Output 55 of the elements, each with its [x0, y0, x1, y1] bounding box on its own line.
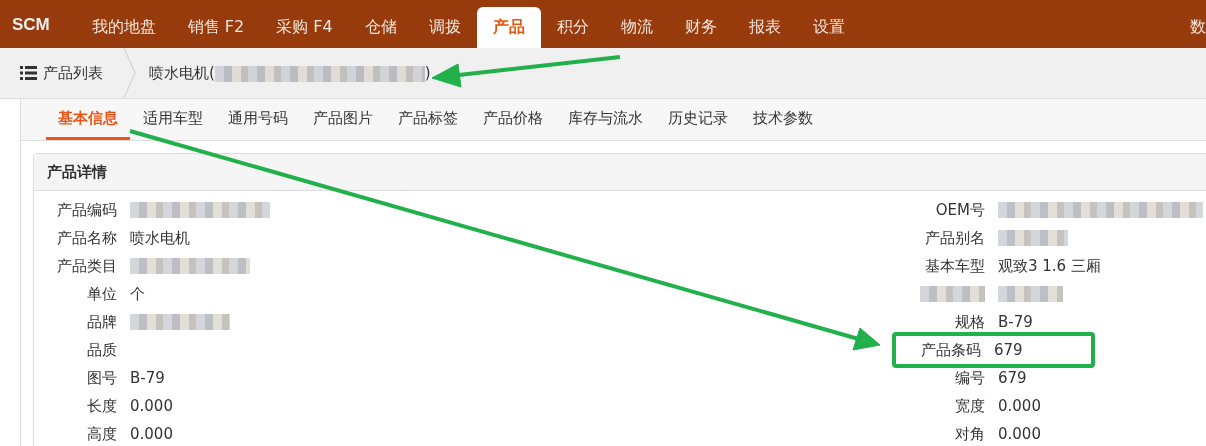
field-label: 编号 — [955, 368, 985, 388]
menu-tab[interactable]: 财务 — [668, 7, 733, 48]
section-tab[interactable]: 库存与流水 — [556, 99, 655, 140]
field-value: B-79 — [130, 369, 165, 387]
field-value: 个 — [130, 284, 145, 304]
field-label: 产品编码 — [56, 200, 117, 220]
menu-tab[interactable]: 设置 — [796, 7, 861, 48]
field-label: 产品别名 — [925, 228, 985, 248]
section-tab[interactable]: 产品图片 — [301, 99, 385, 140]
menu-tab[interactable]: 报表 — [732, 7, 797, 48]
field-value: 0.000 — [998, 425, 1041, 443]
field-value: 0.000 — [130, 425, 173, 443]
field-label: 宽度 — [955, 396, 985, 416]
field-label: 单位 — [86, 284, 117, 304]
menu-tab[interactable]: 仓储 — [348, 7, 413, 48]
field-label: 产品条码 — [921, 340, 981, 360]
field-label: 高度 — [86, 424, 117, 444]
field-label: 长度 — [86, 396, 117, 416]
section-tab[interactable]: 适用车型 — [131, 99, 215, 140]
section-tab[interactable]: 通用号码 — [216, 99, 300, 140]
menu-tab[interactable]: 采购 F4 — [260, 7, 349, 48]
field-label: 对角 — [955, 424, 985, 444]
menu-tab[interactable]: 我的地盘 — [75, 7, 172, 48]
field-value: 679 — [998, 369, 1027, 387]
field-label: 图号 — [86, 368, 117, 388]
field-value: 观致3 1.6 三厢 — [998, 256, 1101, 276]
chevron-separator — [123, 48, 137, 98]
section-tab[interactable]: 基本信息 — [46, 99, 130, 140]
field-label: 品质 — [86, 340, 117, 360]
breadcrumb-link[interactable]: 产品列表 — [0, 63, 123, 83]
app-logo[interactable]: SCM — [0, 15, 76, 48]
field-label: 规格 — [955, 312, 985, 332]
menu-tab[interactable]: 积分 — [540, 7, 605, 48]
field-label: 产品名称 — [56, 228, 117, 248]
section-tab[interactable]: 技术参数 — [741, 99, 825, 140]
field-label: 品牌 — [86, 312, 117, 332]
field-value: B-79 — [998, 313, 1033, 331]
menu-tab[interactable]: 产品 — [476, 7, 541, 48]
field-value: 0.000 — [998, 397, 1041, 415]
breadcrumb-current: 喷水电机( ) — [148, 63, 431, 83]
field-value: 喷水电机 — [130, 228, 190, 248]
section-tab[interactable]: 历史记录 — [656, 99, 740, 140]
field-label: 产品类目 — [56, 256, 117, 276]
field-label: OEM号 — [935, 200, 985, 220]
section-tab[interactable]: 产品标签 — [386, 99, 470, 140]
field-value: 679 — [994, 341, 1023, 359]
menu-tab[interactable]: 销售 F2 — [171, 7, 261, 48]
menu-tab[interactable]: 数 — [1174, 7, 1206, 48]
list-icon — [20, 66, 37, 80]
field-label: 基本车型 — [925, 256, 985, 276]
section-tab[interactable]: 产品价格 — [471, 99, 555, 140]
field-value: 0.000 — [130, 397, 173, 415]
menu-tab[interactable]: 物流 — [604, 7, 669, 48]
panel-title: 产品详情 — [34, 154, 1206, 191]
menu-tab[interactable]: 调拨 — [412, 7, 477, 48]
